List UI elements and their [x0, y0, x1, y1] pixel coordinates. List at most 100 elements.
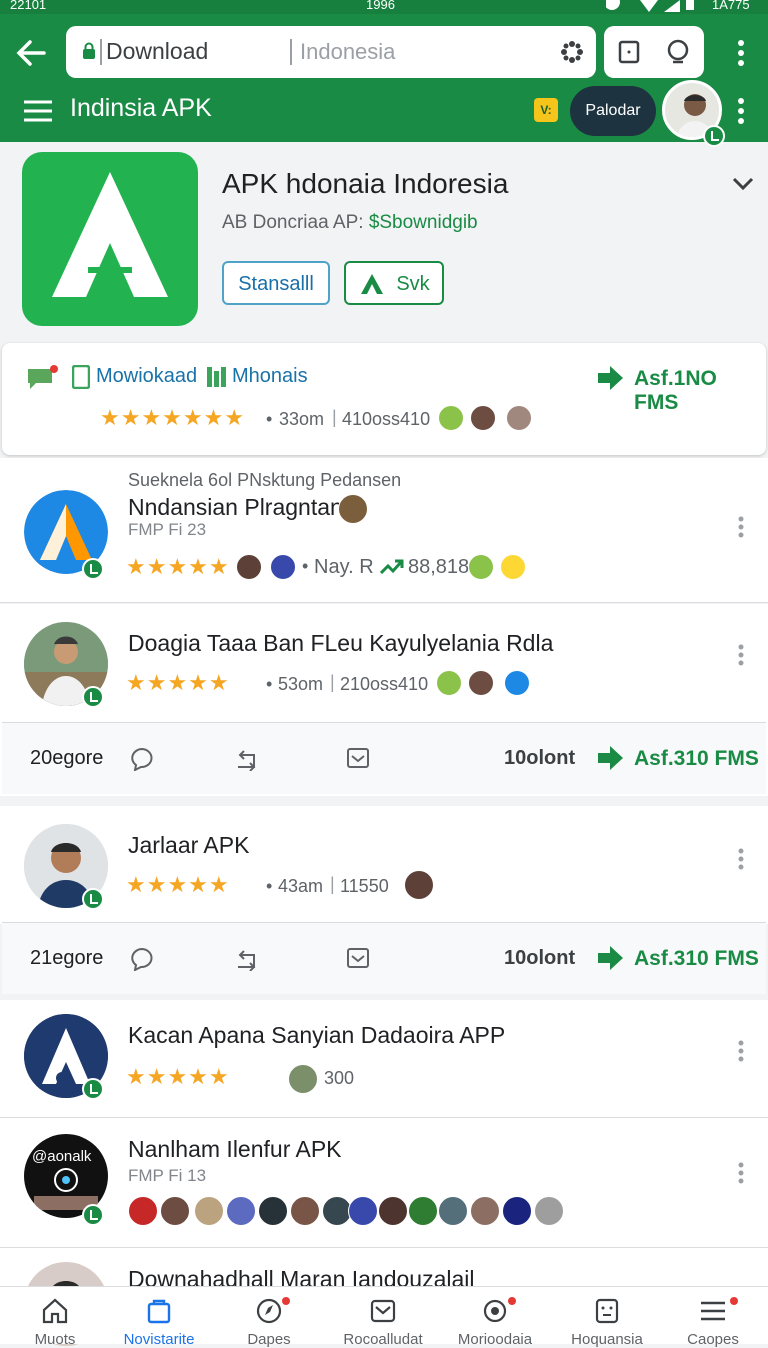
- summary-card: Mowiokaad Mhonais Asf.1NO FMS ★★★★★★★ • …: [2, 343, 766, 455]
- bolt-icon[interactable]: V:: [534, 98, 558, 122]
- browser-menu-icon[interactable]: [737, 40, 745, 66]
- chevron-down-icon[interactable]: [732, 176, 754, 192]
- tabs-icon[interactable]: [618, 40, 640, 64]
- repost-icon[interactable]: [234, 747, 260, 771]
- mail-check-icon[interactable]: [346, 947, 370, 969]
- user-avatar: [468, 670, 494, 696]
- summary-action[interactable]: Asf.1NO FMS: [634, 367, 766, 415]
- home-icon: [42, 1298, 68, 1324]
- download-arrow-icon[interactable]: [596, 745, 624, 771]
- meta-divider: |: [332, 407, 337, 427]
- nav-label: Dapes: [247, 1331, 291, 1348]
- page-title: Indinsia APK: [70, 94, 212, 122]
- mail-check-icon[interactable]: [346, 747, 370, 769]
- verified-badge-icon: [82, 1204, 104, 1226]
- nav-item-rocoalludat[interactable]: Rocoalludat: [328, 1287, 438, 1348]
- notification-dot: [508, 1297, 516, 1305]
- nav-item-caopes[interactable]: Caopes: [658, 1287, 768, 1348]
- secondary-button[interactable]: Svk: [344, 261, 444, 305]
- search-icon[interactable]: [666, 38, 692, 66]
- nav-item-hoquansia[interactable]: Hoquansia: [552, 1287, 662, 1348]
- comment-icon[interactable]: [130, 747, 154, 771]
- list-item[interactable]: Kacan Apana Sanyian Dadaoira APP ★★★★★ 3…: [0, 1000, 768, 1118]
- install-button[interactable]: Stansalll: [222, 261, 330, 305]
- list-item[interactable]: Jarlaar APK ★★★★★ • 43am | 11550: [0, 806, 768, 924]
- item-meta2: 88,818: [408, 556, 470, 578]
- meta-divider: |: [330, 874, 335, 894]
- hamburger-menu-icon[interactable]: [24, 100, 52, 122]
- download-action[interactable]: Asf.310 FMS: [634, 947, 759, 971]
- repost-icon[interactable]: [234, 947, 260, 971]
- bars-icon: [207, 367, 226, 387]
- list-item[interactable]: Sueknela 6ol PNsktung Pedansen Nndansian…: [0, 458, 768, 603]
- list-item[interactable]: @aonalk Nanlham Ilenfur APK FMP Fi 13: [0, 1118, 768, 1248]
- overflow-menu-icon[interactable]: [737, 98, 745, 124]
- nav-label: Novistarite: [123, 1331, 195, 1348]
- url-subtext: Indonesia: [300, 39, 396, 64]
- rating-stars: ★★★★★: [126, 670, 230, 695]
- item-meta1: 53om: [278, 674, 324, 694]
- meta-bullet: •: [302, 556, 309, 576]
- item-overline: Sueknela 6ol PNsktung Pedansen: [128, 470, 402, 490]
- nav-item-dapes[interactable]: Dapes: [214, 1287, 324, 1348]
- more-options-icon[interactable]: [738, 848, 744, 870]
- app-logo: [22, 152, 198, 326]
- user-avatar: [504, 670, 530, 696]
- download-arrow-icon[interactable]: [596, 365, 624, 391]
- summary-meta2: 410oss410: [342, 409, 431, 429]
- user-avatar: [290, 1196, 320, 1226]
- tablet-icon: [72, 365, 90, 389]
- tab-mhonais[interactable]: Mhonais: [232, 365, 308, 388]
- status-center: 1996: [366, 0, 395, 12]
- settings-icon: [483, 1299, 507, 1323]
- nav-item-morioodaia[interactable]: Morioodaia: [440, 1287, 550, 1348]
- download-action[interactable]: Asf.310 FMS: [634, 747, 759, 771]
- url-divider: [290, 39, 292, 65]
- nav-item-muots[interactable]: Muots: [0, 1287, 110, 1348]
- leaf-icon: [468, 554, 494, 580]
- url-divider: [100, 39, 102, 65]
- user-avatar: [288, 1064, 318, 1094]
- user-avatar: [408, 1196, 438, 1226]
- url-text: Download: [106, 38, 209, 64]
- menu-icon: [701, 1301, 725, 1321]
- app-subtitle-link[interactable]: $Sbownidgib: [369, 212, 478, 233]
- item-subtitle: FMP Fi 23: [128, 520, 207, 539]
- more-options-icon[interactable]: [738, 644, 744, 666]
- item-meta1: Nay. R: [314, 556, 374, 578]
- user-avatar: [404, 870, 434, 900]
- leaf-icon: [436, 670, 462, 696]
- more-options-icon[interactable]: [738, 1040, 744, 1062]
- verified-badge-icon: [703, 125, 725, 147]
- back-arrow-icon[interactable]: [14, 36, 48, 70]
- app-subtitle-prefix: AB Doncriaa AP:: [222, 212, 364, 233]
- download-arrow-icon[interactable]: [596, 945, 624, 971]
- user-avatar: [236, 554, 262, 580]
- secondary-label: Svk: [396, 273, 430, 295]
- user-avatar: [270, 554, 296, 580]
- meta-divider: |: [330, 672, 335, 692]
- comment-icon[interactable]: [130, 947, 154, 971]
- more-options-icon[interactable]: [738, 1162, 744, 1184]
- bottom-navigation: Muots Novistarite Dapes Rocoalludat Mori…: [0, 1286, 768, 1348]
- meta-bullet: •: [266, 674, 273, 694]
- extension-icon[interactable]: [560, 40, 584, 64]
- user-avatar: [534, 1196, 564, 1226]
- url-bar[interactable]: Download Indonesia: [66, 26, 596, 78]
- palodar-button[interactable]: Palodar: [570, 86, 656, 136]
- status-battery: 1A775: [712, 0, 750, 12]
- more-options-icon[interactable]: [738, 516, 744, 538]
- user-avatar: [470, 1196, 500, 1226]
- bag-icon: [147, 1299, 171, 1324]
- user-avatar: [500, 554, 526, 580]
- list-item[interactable]: Downahadhall Maran Iandouzalail: [0, 1248, 768, 1346]
- tab-mowiokaad[interactable]: Mowiokaad: [96, 365, 197, 388]
- signal-icons: [606, 0, 694, 12]
- user-avatar: [378, 1196, 408, 1226]
- face-icon: [595, 1298, 619, 1324]
- user-avatar: [438, 1196, 468, 1226]
- user-avatar: [338, 494, 368, 524]
- nav-item-novistarite[interactable]: Novistarite: [104, 1287, 214, 1348]
- user-avatar: [470, 405, 496, 431]
- verified-badge-icon: [82, 558, 104, 580]
